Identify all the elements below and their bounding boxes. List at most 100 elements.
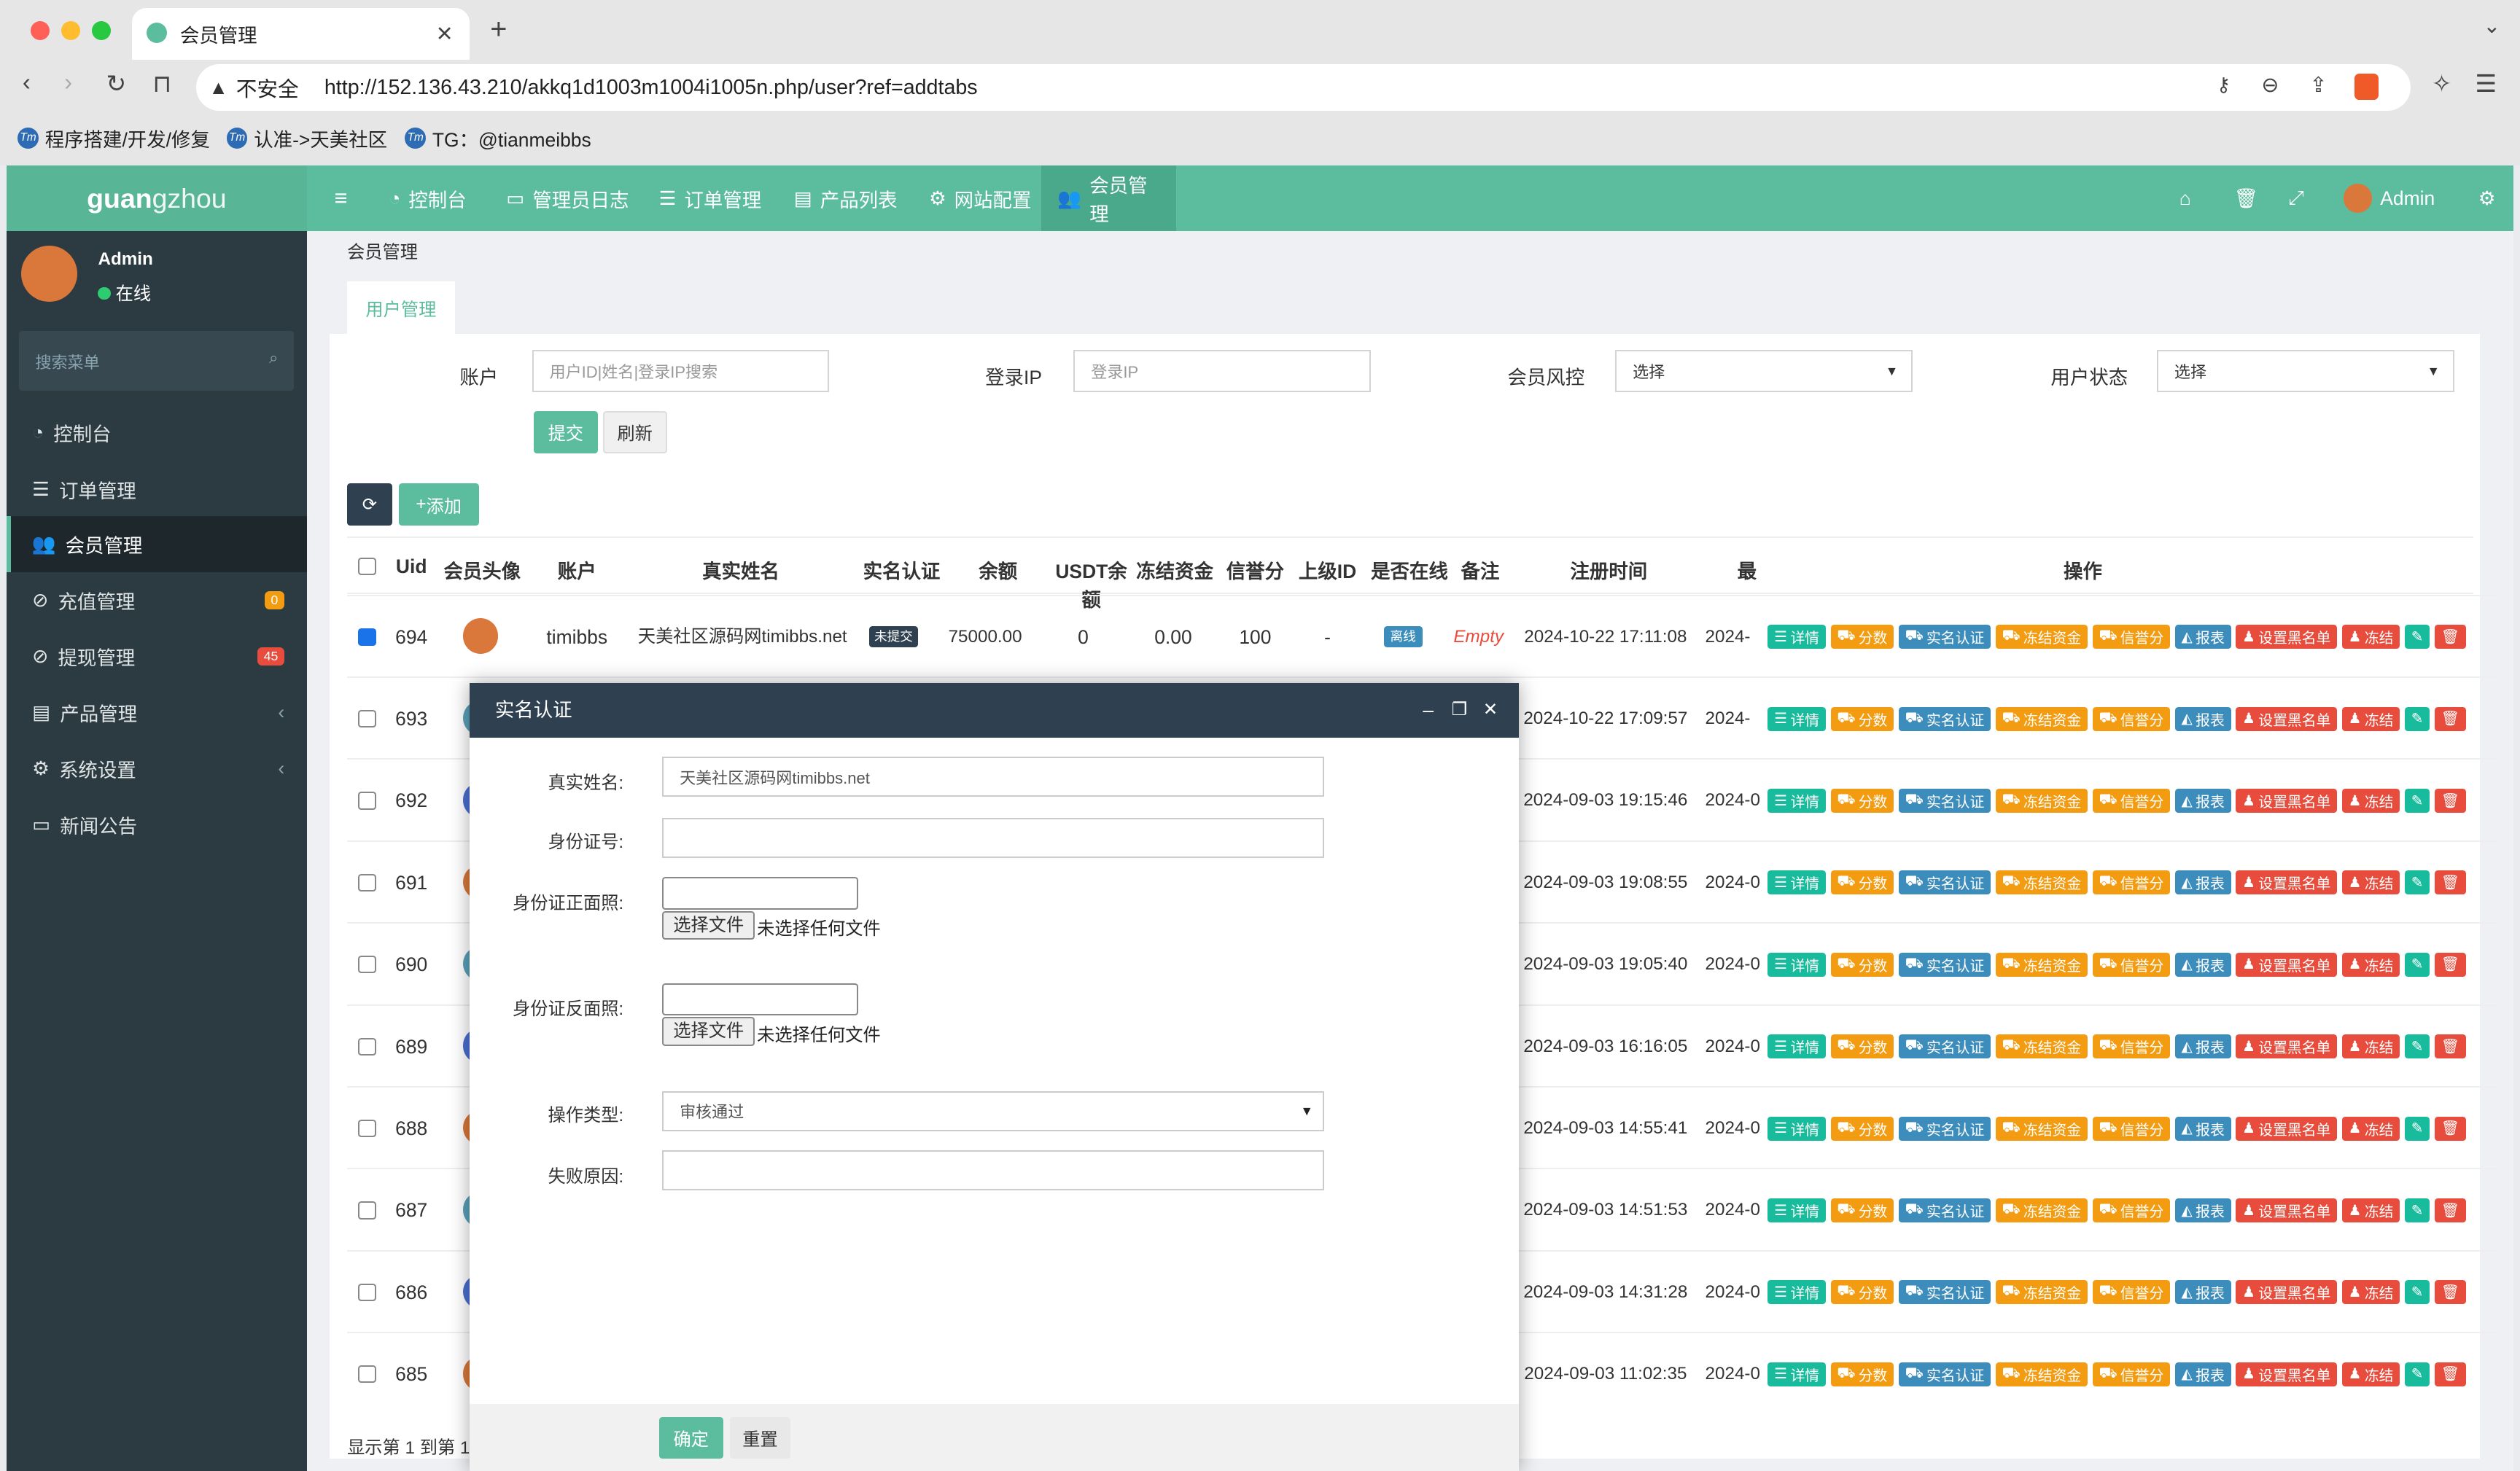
th-reg-time[interactable]: 注册时间 [1552, 555, 1665, 584]
action-button[interactable]: ⛟ 信誉分 [2092, 625, 2171, 649]
edit-icon[interactable]: ✎ [2404, 625, 2430, 649]
sidebar-item-withdraw[interactable]: ⊘ 提现管理 45 [7, 628, 307, 684]
topnav-members[interactable]: 👥 会员管理 [1041, 165, 1177, 232]
action-button[interactable]: ⛟ 冻结资金 [1995, 1116, 2088, 1141]
topnav-orders[interactable]: ☰ 订单管理 [643, 165, 778, 231]
edit-icon[interactable]: ✎ [2404, 1280, 2430, 1305]
edit-icon[interactable]: ✎ [2404, 870, 2430, 895]
action-button[interactable]: ⛟ 实名认证 [1898, 870, 1991, 895]
sidebar-item-settings[interactable]: ⚙ 系统设置 ‹ [7, 741, 307, 797]
action-button[interactable]: ⛟ 实名认证 [1898, 952, 1991, 977]
row-checkbox[interactable] [358, 1201, 376, 1220]
action-button[interactable]: ♟ 冻结 [2341, 1280, 2400, 1305]
action-button[interactable]: ☰ 详情 [1768, 1034, 1826, 1059]
brave-shield-icon[interactable] [2354, 74, 2379, 100]
action-button[interactable]: ⛟ 信誉分 [2092, 706, 2171, 731]
delete-icon[interactable]: 🗑 [2434, 706, 2466, 731]
action-button[interactable]: ⛟ 信誉分 [2092, 1116, 2171, 1141]
edit-icon[interactable]: ✎ [2404, 706, 2430, 731]
delete-icon[interactable]: 🗑 [2434, 1116, 2466, 1141]
reload-table-icon[interactable]: ⟳ [347, 483, 392, 526]
action-button[interactable]: ⛟ 分数 [1830, 1034, 1894, 1059]
zoom-icon[interactable]: ⊖ [2261, 72, 2279, 98]
ai-icon[interactable]: ✧ [2432, 69, 2452, 98]
row-checkbox[interactable] [358, 628, 376, 646]
action-button[interactable]: ☰ 详情 [1768, 1198, 1826, 1223]
action-button[interactable]: ⛟ 实名认证 [1898, 625, 1991, 649]
action-button[interactable]: ⛟ 实名认证 [1898, 788, 1991, 813]
delete-icon[interactable]: 🗑 [2434, 788, 2466, 813]
delete-icon[interactable]: 🗑 [2434, 952, 2466, 977]
action-button[interactable]: ⛟ 实名认证 [1898, 1198, 1991, 1223]
action-button[interactable]: ☰ 详情 [1768, 1362, 1826, 1386]
tab-close-icon[interactable]: ✕ [436, 21, 454, 47]
action-button[interactable]: ♟ 冻结 [2341, 952, 2400, 977]
th-last[interactable]: 最 [1738, 555, 1757, 584]
th-avatar[interactable]: 会员头像 [440, 555, 524, 584]
topnav-admin-log[interactable]: ▭ 管理员日志 [490, 165, 645, 231]
row-checkbox[interactable] [358, 792, 376, 810]
maximize-window-icon[interactable] [91, 20, 112, 41]
id-number-field[interactable] [662, 817, 1325, 858]
th-parent[interactable]: 上级ID [1295, 555, 1359, 584]
action-button[interactable]: ⛟ 冻结资金 [1995, 870, 2088, 895]
th-account[interactable]: 账户 [540, 555, 614, 584]
confirm-button[interactable]: 确定 [658, 1417, 723, 1459]
add-button[interactable]: + 添加 [398, 483, 479, 526]
action-button[interactable]: ⛟ 实名认证 [1898, 1280, 1991, 1305]
forward-icon[interactable]: › [64, 69, 72, 97]
sidebar-item-news[interactable]: ▭ 新闻公告 [7, 797, 307, 853]
action-button[interactable]: ⛟ 实名认证 [1898, 1116, 1991, 1141]
row-checkbox[interactable] [358, 956, 376, 974]
maximize-icon[interactable]: ❐ [1452, 683, 1468, 738]
action-button[interactable]: ♟ 设置黑名单 [2236, 788, 2338, 813]
action-button[interactable]: ⛟ 冻结资金 [1995, 1280, 2088, 1305]
row-checkbox[interactable] [358, 873, 376, 892]
action-button[interactable]: ☰ 详情 [1768, 870, 1826, 895]
action-button[interactable]: ◭ 报表 [2174, 952, 2231, 977]
th-remark[interactable]: 备注 [1456, 555, 1504, 584]
action-button[interactable]: ⛟ 分数 [1830, 1280, 1894, 1305]
action-button[interactable]: ⛟ 信誉分 [2092, 952, 2171, 977]
row-checkbox[interactable] [358, 1365, 376, 1384]
real-name-field[interactable]: 天美社区源码网timibbs.net [662, 757, 1325, 797]
action-button[interactable]: ◭ 报表 [2174, 1362, 2231, 1386]
op-type-select[interactable]: 审核通过 ▼ [662, 1090, 1325, 1131]
address-bar[interactable]: ▲ 不安全 http://152.136.43.210/akkq1d1003m1… [195, 64, 2411, 112]
action-button[interactable]: ◭ 报表 [2174, 1034, 2231, 1059]
action-button[interactable]: ♟ 设置黑名单 [2236, 870, 2338, 895]
action-button[interactable]: ♟ 冻结 [2341, 706, 2400, 731]
delete-icon[interactable]: 🗑 [2434, 870, 2466, 895]
th-balance[interactable]: 余额 [966, 555, 1030, 584]
action-button[interactable]: ◭ 报表 [2174, 706, 2231, 731]
menu-icon[interactable]: ☰ [2475, 69, 2497, 98]
action-button[interactable]: ⛟ 冻结资金 [1995, 952, 2088, 977]
edit-icon[interactable]: ✎ [2404, 1362, 2430, 1386]
search-icon[interactable]: ⌕ [269, 348, 278, 367]
action-button[interactable]: ◭ 报表 [2174, 870, 2231, 895]
close-icon[interactable]: ✕ [1483, 683, 1498, 738]
ip-search-input[interactable]: 登录IP [1073, 350, 1372, 392]
action-button[interactable]: ☰ 详情 [1768, 788, 1826, 813]
action-button[interactable]: ◭ 报表 [2174, 1280, 2231, 1305]
tab-user-management[interactable]: 用户管理 [347, 281, 455, 335]
action-button[interactable]: ♟ 冻结 [2341, 625, 2400, 649]
delete-icon[interactable]: 🗑 [2434, 1034, 2466, 1059]
settings-icon[interactable]: ⚙ [2462, 165, 2512, 231]
th-online[interactable]: 是否在线 [1368, 555, 1452, 584]
action-button[interactable]: ☰ 详情 [1768, 625, 1826, 649]
new-tab-icon[interactable]: + [490, 13, 507, 46]
action-button[interactable]: ⛟ 信誉分 [2092, 1034, 2171, 1059]
bookmark-1[interactable]: Tm 程序搭建/开发/修复 [18, 124, 210, 152]
action-button[interactable]: ⛟ 分数 [1830, 625, 1894, 649]
action-button[interactable]: ☰ 详情 [1768, 952, 1826, 977]
delete-icon[interactable]: 🗑 [2434, 1198, 2466, 1223]
edit-icon[interactable]: ✎ [2404, 1116, 2430, 1141]
reset-button[interactable]: 重置 [729, 1417, 791, 1459]
action-button[interactable]: ⛟ 冻结资金 [1995, 625, 2088, 649]
select-all-checkbox[interactable] [358, 557, 376, 575]
sidebar-search-input[interactable]: 搜索菜单 [35, 350, 99, 373]
row-checkbox[interactable] [358, 1283, 376, 1302]
action-button[interactable]: ♟ 冻结 [2341, 1362, 2400, 1386]
action-button[interactable]: ⛟ 冻结资金 [1995, 1198, 2088, 1223]
